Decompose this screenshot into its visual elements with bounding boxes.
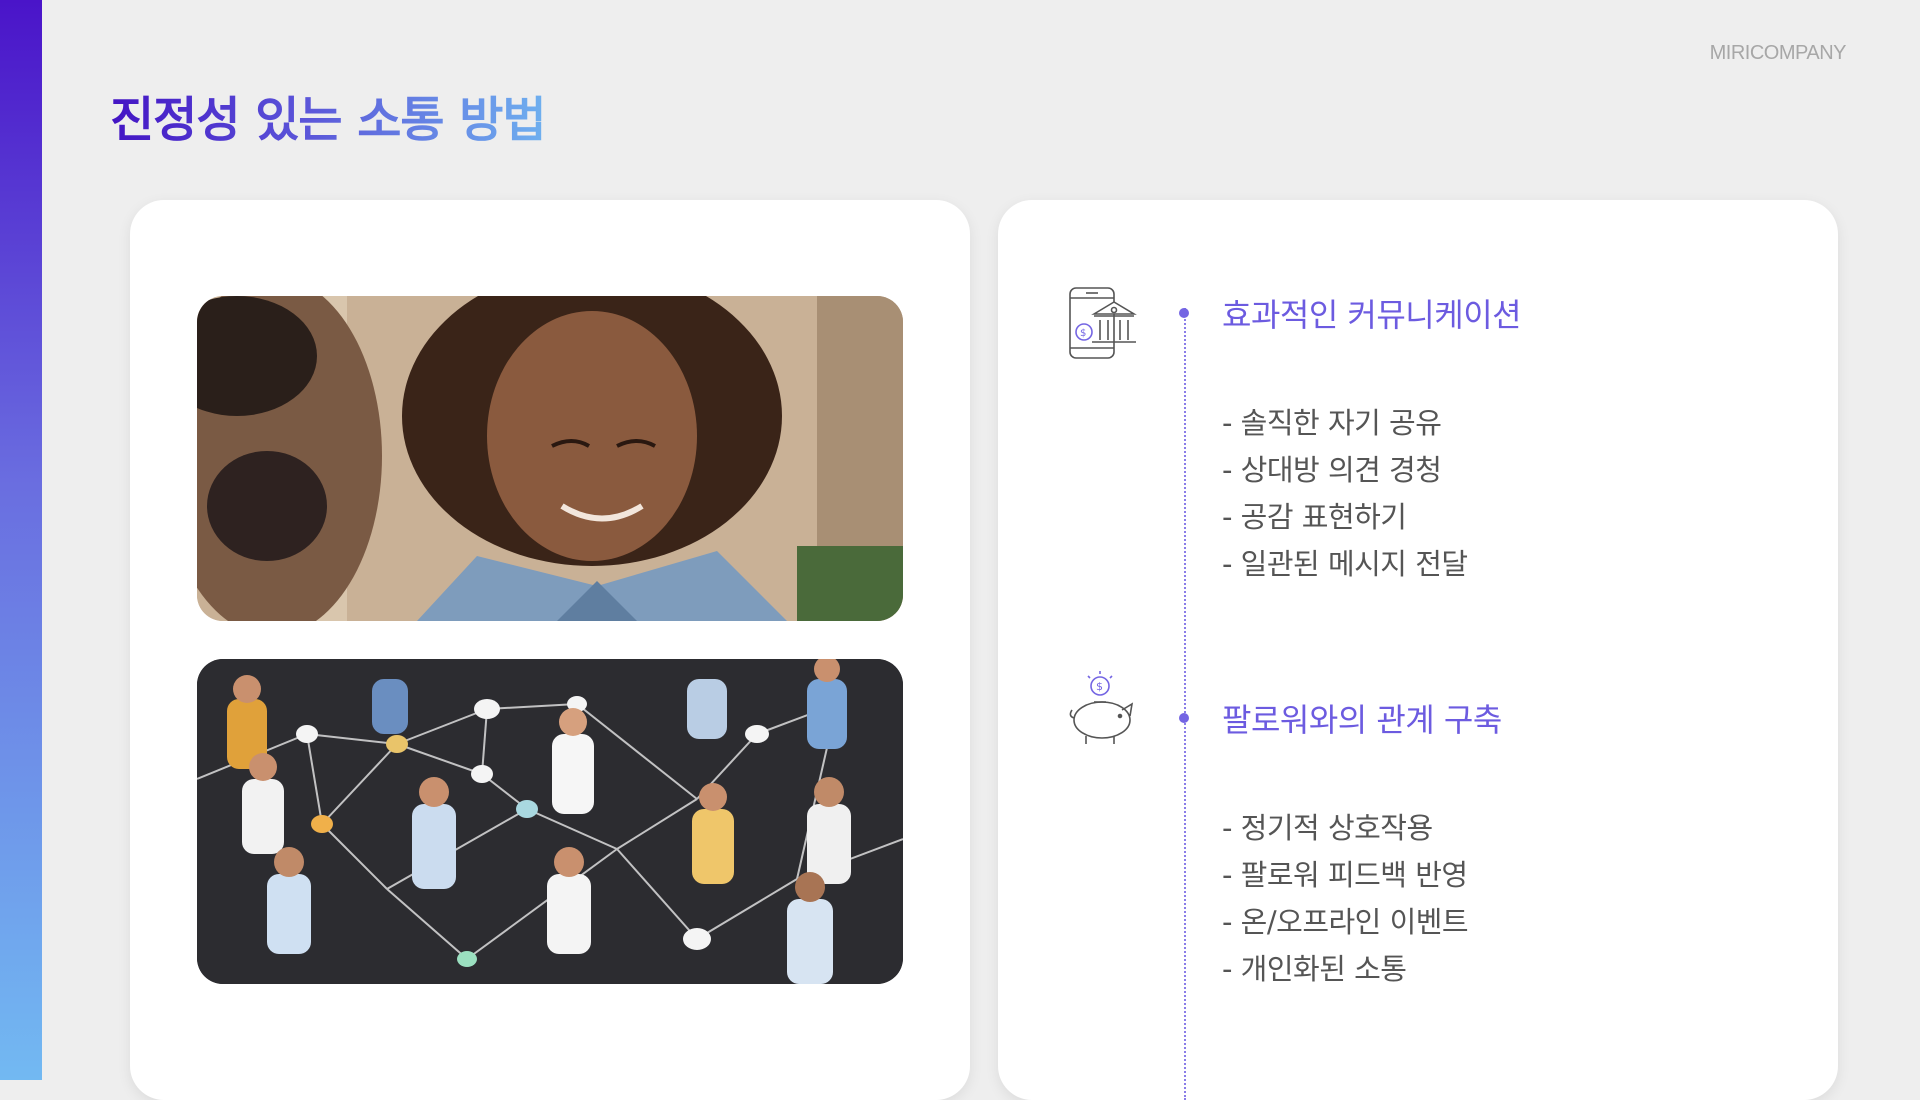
- timeline-line: [1184, 308, 1186, 1100]
- list-item: - 온/오프라인 이벤트: [1222, 905, 1469, 939]
- list-item: - 공감 표현하기: [1222, 500, 1407, 534]
- svg-text:$: $: [1096, 680, 1103, 693]
- mobile-bank-icon: $: [1068, 286, 1140, 362]
- svg-text:$: $: [1080, 328, 1086, 339]
- section-1-title: 효과적인 커뮤니케이션: [1222, 296, 1522, 334]
- list-item: - 개인화된 소통: [1222, 952, 1407, 986]
- side-accent-bar: [0, 0, 42, 1080]
- list-item: - 정기적 상호작용: [1222, 811, 1433, 845]
- timeline-dot-1: [1179, 308, 1189, 318]
- page-title: 진정성 있는 소통 방법: [110, 80, 547, 150]
- piggy-bank-icon: $: [1068, 670, 1140, 746]
- section-1-list: - 솔직한 자기 공유 - 상대방 의견 경청 - 공감 표현하기 - 일관된 …: [1222, 400, 1468, 588]
- section-2-title: 팔로워와의 관계 구축: [1222, 701, 1502, 739]
- list-item: - 솔직한 자기 공유: [1222, 406, 1442, 440]
- image-card: [130, 200, 970, 1100]
- list-item: - 일관된 메시지 전달: [1222, 547, 1468, 581]
- list-item: - 팔로워 피드백 반영: [1222, 858, 1468, 892]
- section-2-list: - 정기적 상호작용 - 팔로워 피드백 반영 - 온/오프라인 이벤트 - 개…: [1222, 805, 1469, 993]
- brand-label: MIRICOMPANY: [1709, 42, 1847, 64]
- content-card: $ 효과적인 커뮤니케이션 - 솔직한 자기 공유 - 상대방 의견 경청 - …: [998, 200, 1838, 1100]
- list-item: - 상대방 의견 경청: [1222, 453, 1442, 487]
- conversation-photo: [197, 296, 903, 621]
- people-network-photo: [197, 659, 903, 984]
- timeline-dot-2: [1179, 713, 1189, 723]
